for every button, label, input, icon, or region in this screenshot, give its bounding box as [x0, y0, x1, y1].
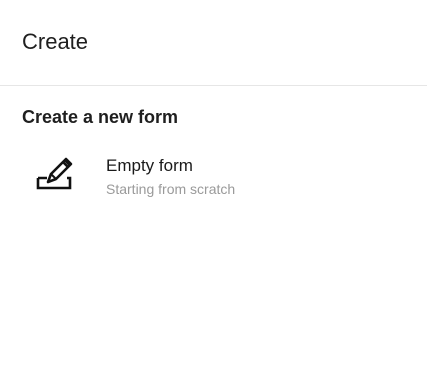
empty-form-option[interactable]: Empty form Starting from scratch — [22, 144, 402, 214]
pencil-form-icon — [34, 156, 74, 196]
section-title: Create a new form — [22, 107, 179, 127]
page-title: Create — [22, 29, 89, 54]
option-title: Empty form — [106, 156, 193, 175]
page-header: Create — [0, 0, 427, 86]
option-subtitle: Starting from scratch — [106, 181, 236, 197]
